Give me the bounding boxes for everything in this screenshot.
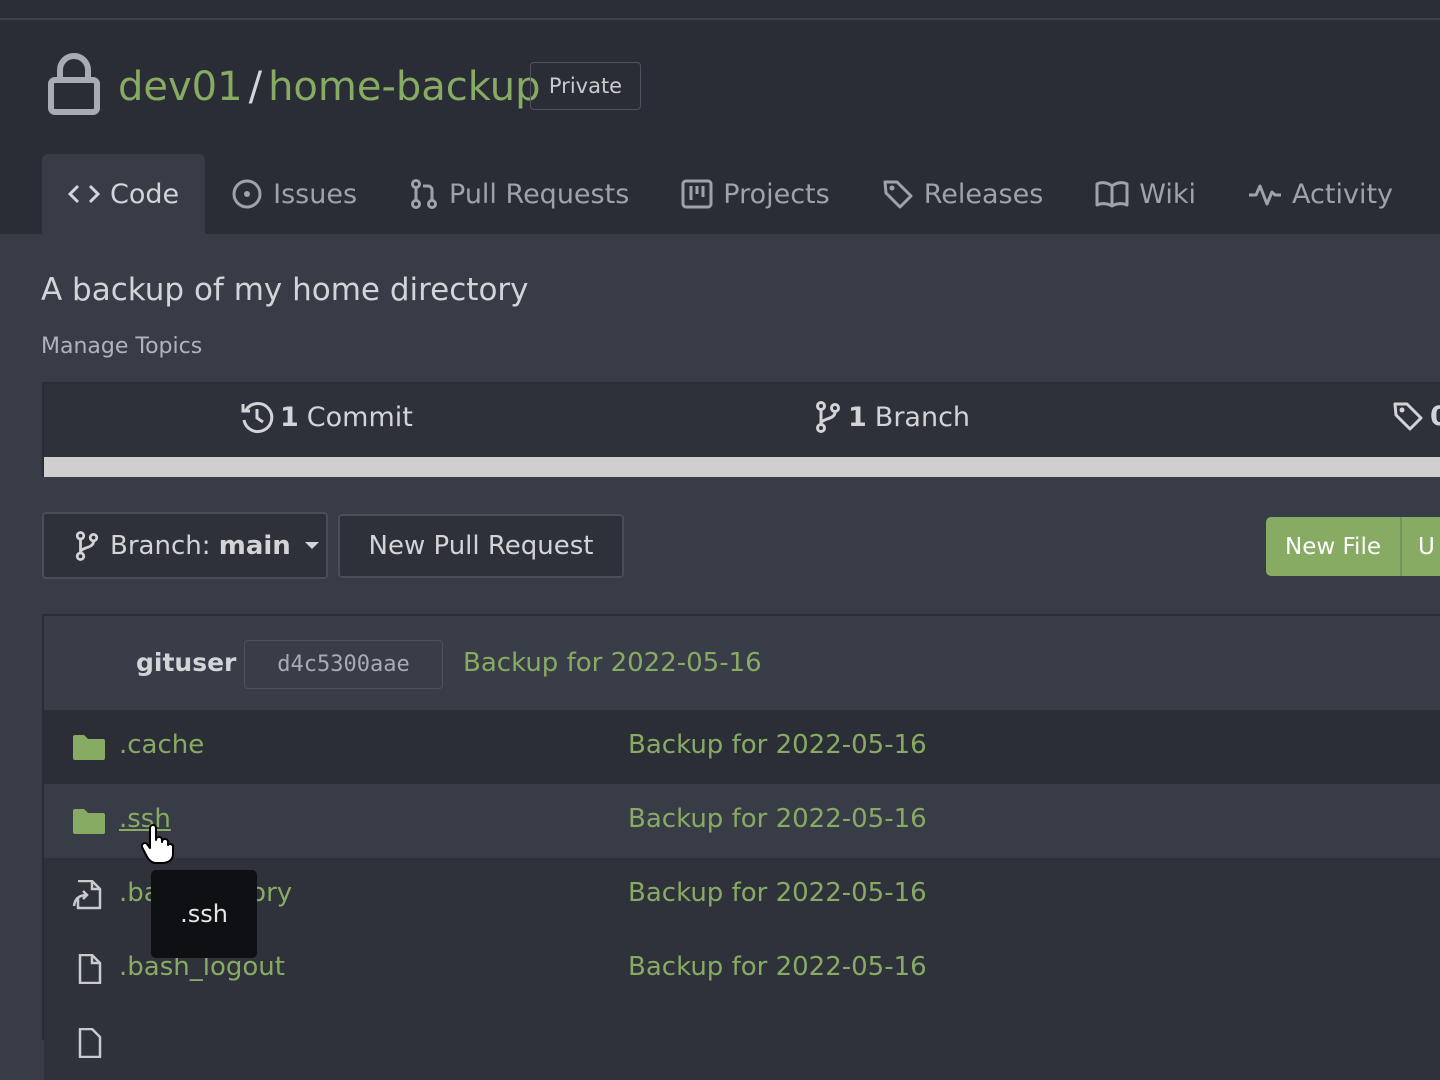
list-item[interactable] bbox=[44, 1006, 1440, 1080]
tab-code[interactable]: Code bbox=[42, 154, 206, 234]
tab-code-label: Code bbox=[110, 178, 180, 210]
tag-icon bbox=[883, 180, 913, 209]
file-actions-group: New File U bbox=[1266, 517, 1440, 576]
branches-label: Branch bbox=[874, 401, 971, 433]
file-commit-message[interactable]: Backup for 2022-05-16 bbox=[628, 878, 927, 908]
commits-label: Commit bbox=[306, 401, 413, 433]
latest-commit-bar: gituser d4c5300aae Backup for 2022-05-16 bbox=[42, 614, 1440, 710]
pull-request-icon bbox=[411, 179, 438, 209]
list-item[interactable]: .ssh Backup for 2022-05-16 bbox=[44, 784, 1440, 858]
upload-file-button[interactable]: U bbox=[1402, 517, 1435, 576]
file-name-link[interactable]: .cache bbox=[119, 730, 204, 760]
tab-wiki-label: Wiki bbox=[1139, 178, 1197, 210]
commit-sha-button[interactable]: d4c5300aae bbox=[244, 640, 443, 689]
file-commit-message[interactable]: Backup for 2022-05-16 bbox=[628, 952, 927, 982]
code-icon bbox=[68, 184, 100, 204]
repo-title: dev01/home-backup bbox=[118, 62, 540, 112]
pulse-icon bbox=[1249, 184, 1282, 206]
branches-stat[interactable]: 1 Branch bbox=[814, 400, 970, 434]
file-commit-message[interactable]: Backup for 2022-05-16 bbox=[628, 730, 927, 760]
tooltip: .ssh bbox=[151, 870, 257, 958]
visibility-badge: Private bbox=[530, 62, 641, 110]
file-commit-message[interactable]: Backup for 2022-05-16 bbox=[628, 804, 927, 834]
tab-projects[interactable]: Projects bbox=[655, 154, 855, 234]
repo-description: A backup of my home directory bbox=[41, 272, 529, 308]
branch-dropdown[interactable]: Branch: main bbox=[42, 512, 328, 579]
commit-author[interactable]: gituser bbox=[136, 648, 236, 677]
tab-pull-requests-label: Pull Requests bbox=[449, 178, 630, 210]
chevron-down-icon bbox=[304, 542, 319, 549]
manage-topics-link[interactable]: Manage Topics bbox=[41, 334, 202, 359]
tag-icon bbox=[1393, 402, 1423, 431]
symlink-file-icon bbox=[72, 880, 102, 910]
repo-name-link[interactable]: home-backup bbox=[268, 64, 540, 110]
commits-count: 1 bbox=[280, 401, 299, 433]
repo-stats: 1 Commit 1 Branch 0 bbox=[42, 382, 1440, 477]
new-pull-request-button[interactable]: New Pull Request bbox=[338, 514, 624, 578]
tab-activity[interactable]: Activity bbox=[1222, 154, 1419, 234]
tab-releases-label: Releases bbox=[923, 178, 1044, 210]
new-file-button[interactable]: New File bbox=[1266, 517, 1402, 576]
list-item[interactable]: .cache Backup for 2022-05-16 bbox=[44, 710, 1440, 784]
language-bar bbox=[44, 457, 1440, 477]
repo-separator: / bbox=[248, 64, 263, 110]
folder-icon bbox=[73, 809, 105, 834]
branch-icon bbox=[816, 401, 840, 433]
tags-stat[interactable]: 0 bbox=[1392, 400, 1440, 432]
branch-icon bbox=[75, 530, 99, 561]
file-icon bbox=[78, 1028, 102, 1058]
tab-releases[interactable]: Releases bbox=[856, 154, 1070, 234]
hand-pointer-cursor-icon bbox=[140, 824, 174, 864]
commit-message-link[interactable]: Backup for 2022-05-16 bbox=[463, 648, 762, 678]
folder-icon bbox=[73, 735, 105, 760]
branches-count: 1 bbox=[848, 401, 867, 433]
tab-issues-label: Issues bbox=[273, 178, 358, 210]
tab-projects-label: Projects bbox=[723, 178, 830, 210]
branch-name: main bbox=[218, 530, 291, 561]
tags-count: 0 bbox=[1430, 400, 1440, 432]
project-icon bbox=[681, 179, 713, 209]
tab-pull-requests[interactable]: Pull Requests bbox=[383, 154, 655, 234]
repo-owner-link[interactable]: dev01 bbox=[118, 64, 243, 110]
file-icon bbox=[78, 954, 102, 984]
branch-prefix: Branch: bbox=[110, 530, 211, 561]
tab-issues[interactable]: Issues bbox=[205, 154, 383, 234]
history-icon bbox=[241, 402, 274, 434]
issue-icon bbox=[232, 179, 262, 209]
commits-stat[interactable]: 1 Commit bbox=[240, 400, 413, 434]
tab-activity-label: Activity bbox=[1292, 178, 1394, 210]
top-navbar bbox=[0, 0, 1440, 20]
book-icon bbox=[1095, 181, 1129, 208]
repo-tabs: Code Issues Pull Requests Projects Relea… bbox=[42, 154, 1419, 234]
tab-wiki[interactable]: Wiki bbox=[1069, 154, 1222, 234]
lock-icon bbox=[48, 53, 100, 115]
